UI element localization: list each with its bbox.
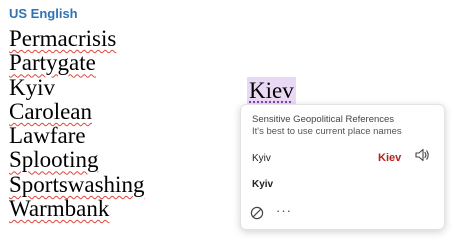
block-icon[interactable] xyxy=(250,206,264,220)
spelling-flagged-word[interactable]: Splooting xyxy=(9,147,98,172)
word-list: Permacrisis Partygate Kyiv Carolean Lawf… xyxy=(9,26,144,221)
spelling-flagged-word[interactable]: Sportswashing xyxy=(9,172,144,197)
word-partygate[interactable]: Partygate xyxy=(9,51,144,75)
word-text: Kyiv xyxy=(9,74,55,100)
spelling-flagged-word[interactable]: Carolean xyxy=(9,99,92,124)
word-text: Lawfare xyxy=(9,123,86,149)
ellipsis-icon[interactable]: ··· xyxy=(276,203,292,218)
card-subtitle: It's best to use current place names xyxy=(252,126,402,137)
spelling-flagged-word[interactable]: Permacrisis xyxy=(9,26,116,51)
speaker-icon[interactable] xyxy=(414,147,430,163)
word-kyiv[interactable]: Kyiv xyxy=(9,74,144,100)
replacement-suggestion[interactable]: Kyiv xyxy=(252,179,273,190)
word-permacrisis[interactable]: Permacrisis xyxy=(9,26,144,51)
editor-suggestion-card: Sensitive Geopolitical References It's b… xyxy=(240,104,445,230)
flagged-word-kiev[interactable]: Kiev xyxy=(247,77,296,105)
card-title: Sensitive Geopolitical References xyxy=(252,114,395,125)
original-text: Kyiv xyxy=(252,153,271,164)
spelling-flagged-word[interactable]: Partygate xyxy=(9,50,96,75)
suggestion-row: Kyiv Kiev xyxy=(241,145,444,171)
spelling-flagged-word[interactable]: Warmbank xyxy=(9,196,109,221)
word-warmbank[interactable]: Warmbank xyxy=(9,196,144,221)
language-label: US English xyxy=(9,6,78,21)
word-carolean[interactable]: Carolean xyxy=(9,99,144,124)
word-splooting[interactable]: Splooting xyxy=(9,148,144,172)
word-lawfare[interactable]: Lawfare xyxy=(9,124,144,148)
flagged-text: Kiev xyxy=(378,152,402,164)
word-sportswashing[interactable]: Sportswashing xyxy=(9,172,144,197)
